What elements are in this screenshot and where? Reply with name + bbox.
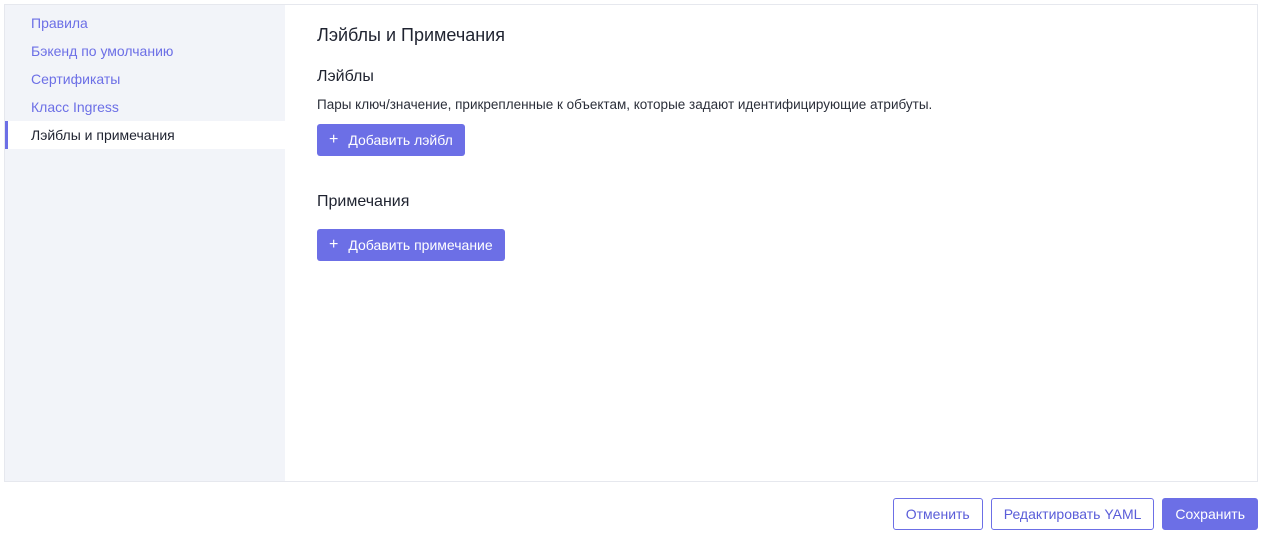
sidebar-item-rules[interactable]: Правила bbox=[5, 9, 285, 37]
sidebar-item-label: Правила bbox=[31, 15, 88, 31]
sidebar-item-label: Бэкенд по умолчанию bbox=[31, 43, 174, 59]
add-annotation-button-label: Добавить примечание bbox=[348, 237, 493, 253]
edit-panel: Правила Бэкенд по умолчанию Сертификаты … bbox=[4, 4, 1258, 482]
sidebar: Правила Бэкенд по умолчанию Сертификаты … bbox=[5, 5, 285, 481]
sidebar-item-ingress-class[interactable]: Класс Ingress bbox=[5, 93, 285, 121]
add-label-button-label: Добавить лэйбл bbox=[348, 132, 453, 148]
page-title: Лэйблы и Примечания bbox=[317, 25, 505, 45]
edit-yaml-button[interactable]: Редактировать YAML bbox=[990, 498, 1155, 530]
plus-icon: + bbox=[329, 131, 339, 148]
footer-actions: Отменить Редактировать YAML Сохранить bbox=[892, 498, 1258, 530]
labels-heading: Лэйблы bbox=[317, 68, 374, 85]
labels-description: Пары ключ/значение, прикрепленные к объе… bbox=[317, 97, 933, 112]
sidebar-item-label: Класс Ingress bbox=[31, 99, 119, 115]
plus-icon: + bbox=[329, 236, 339, 253]
sidebar-item-label: Лэйблы и примечания bbox=[31, 127, 175, 143]
save-button[interactable]: Сохранить bbox=[1162, 498, 1258, 530]
add-annotation-button[interactable]: + Добавить примечание bbox=[317, 229, 505, 261]
sidebar-item-label: Сертификаты bbox=[31, 71, 121, 87]
sidebar-item-default-backend[interactable]: Бэкенд по умолчанию bbox=[5, 37, 285, 65]
main-content: Лэйблы и Примечания Лэйблы Пары ключ/зна… bbox=[285, 5, 1257, 481]
annotations-heading: Примечания bbox=[317, 193, 410, 210]
sidebar-item-labels-annotations[interactable]: Лэйблы и примечания bbox=[5, 121, 285, 149]
add-label-button[interactable]: + Добавить лэйбл bbox=[317, 124, 465, 156]
cancel-button[interactable]: Отменить bbox=[892, 498, 983, 530]
sidebar-item-certificates[interactable]: Сертификаты bbox=[5, 65, 285, 93]
